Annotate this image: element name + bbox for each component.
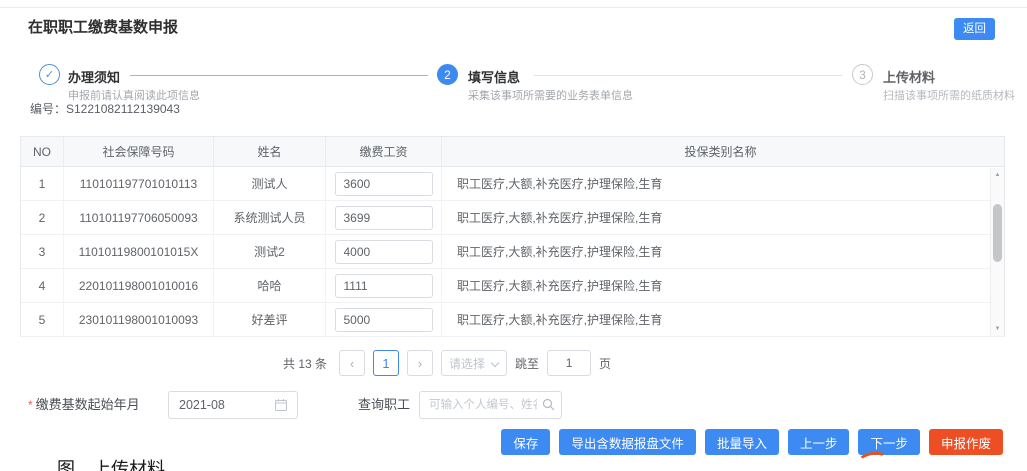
top-divider xyxy=(0,7,1027,8)
chevron-down-icon xyxy=(491,359,499,367)
page-title: 在职职工缴费基数申报 xyxy=(28,16,178,37)
batch-import-button[interactable]: 批量导入 xyxy=(705,429,779,455)
table-row: 1 110101197701010113 测试人 职工医疗,大额,补充医疗,护理… xyxy=(21,167,1004,201)
next-page-button[interactable]: › xyxy=(407,350,433,376)
step1-circle: ✓ xyxy=(39,64,60,85)
col-ssn: 社会保障号码 xyxy=(64,137,214,166)
step1-label: 办理须知 xyxy=(68,67,120,86)
step2-circle: 2 xyxy=(437,64,458,85)
step-connector-1 xyxy=(130,75,428,76)
check-icon: ✓ xyxy=(45,68,54,81)
step3-circle: 3 xyxy=(852,64,873,85)
pagination-total: 共 13 条 xyxy=(283,355,327,372)
base-month-picker[interactable]: 2021-08 xyxy=(168,391,298,419)
scroll-down-icon[interactable]: ▼ xyxy=(991,324,1004,334)
page-size-select[interactable]: 请选择 xyxy=(441,350,507,376)
void-declaration-button[interactable]: 申报作废 xyxy=(929,429,1003,455)
cell-no: 4 xyxy=(21,269,64,302)
base-month-value: 2021-08 xyxy=(179,398,275,412)
cell-ssn: 110101197706050093 xyxy=(64,201,214,234)
table-row: 5 230101198001010093 好差评 职工医疗,大额,补充医疗,护理… xyxy=(21,303,1004,337)
employee-search xyxy=(419,391,562,419)
table-header-row: NO 社会保障号码 姓名 缴费工资 投保类别名称 xyxy=(21,137,1004,167)
step3-desc: 扫描该事项所需的纸质材料 xyxy=(883,87,1015,103)
col-no: NO xyxy=(21,137,64,166)
prev-page-button[interactable]: ‹ xyxy=(339,350,365,376)
cell-name: 测试2 xyxy=(214,235,326,268)
next-step-button[interactable]: 下一步 xyxy=(858,429,920,455)
base-month-label-text: 缴费基数起始年月 xyxy=(36,397,140,412)
serial-number: 编号：S1221082112139043 xyxy=(30,100,180,117)
table-row: 4 220101198001010016 哈哈 职工医疗,大额,补充医疗,护理保… xyxy=(21,269,1004,303)
salary-input[interactable] xyxy=(335,206,433,230)
step3-label: 上传材料 xyxy=(883,67,935,86)
jump-label: 跳至 xyxy=(515,355,539,372)
step-connector-2 xyxy=(534,75,842,76)
query-label: 查询职工 xyxy=(358,391,410,419)
cell-ssn: 230101198001010093 xyxy=(64,303,214,336)
cell-category: 职工医疗,大额,补充医疗,护理保险,生育 xyxy=(442,167,1004,200)
cell-no: 1 xyxy=(21,167,64,200)
declaration-page: 在职职工缴费基数申报 返回 ✓ 办理须知 申报前请认真阅读此项信息 编号：S12… xyxy=(0,0,1027,471)
back-button[interactable]: 返回 xyxy=(954,18,995,40)
cell-no: 5 xyxy=(21,303,64,336)
cell-no: 2 xyxy=(21,201,64,234)
salary-input[interactable] xyxy=(335,308,433,332)
cell-category: 职工医疗,大额,补充医疗,护理保险,生育 xyxy=(442,303,1004,336)
col-category: 投保类别名称 xyxy=(442,137,1004,166)
cell-ssn: 110101197701010113 xyxy=(64,167,214,200)
calendar-icon xyxy=(275,399,287,411)
search-icon xyxy=(542,398,555,411)
col-name: 姓名 xyxy=(214,137,326,166)
cell-category: 职工医疗,大额,补充医疗,护理保险,生育 xyxy=(442,201,1004,234)
save-button[interactable]: 保存 xyxy=(501,429,550,455)
table-scrollbar: ▲ ▼ xyxy=(990,168,1004,336)
base-month-label: *缴费基数起始年月 xyxy=(28,391,140,419)
col-salary: 缴费工资 xyxy=(326,137,442,166)
page-size-placeholder: 请选择 xyxy=(449,355,485,372)
figure-caption: 图 上传材料 xyxy=(57,455,165,471)
export-data-file-button[interactable]: 导出含数据报盘文件 xyxy=(559,429,696,455)
pagination: 共 13 条 ‹ 1 › 请选择 跳至 页 xyxy=(283,349,611,377)
jump-unit: 页 xyxy=(599,355,611,372)
step2-label: 填写信息 xyxy=(468,67,520,86)
cell-name: 测试人 xyxy=(214,167,326,200)
page-number-button[interactable]: 1 xyxy=(373,350,399,376)
salary-input[interactable] xyxy=(335,274,433,298)
cell-no: 3 xyxy=(21,235,64,268)
cell-ssn: 11010119800101015X xyxy=(64,235,214,268)
cell-name: 哈哈 xyxy=(214,269,326,302)
cell-category: 职工医疗,大额,补充医疗,护理保险,生育 xyxy=(442,269,1004,302)
chevron-right-icon: › xyxy=(418,356,422,371)
cell-category: 职工医疗,大额,补充医疗,护理保险,生育 xyxy=(442,235,1004,268)
cell-name: 好差评 xyxy=(214,303,326,336)
table-row: 3 11010119800101015X 测试2 职工医疗,大额,补充医疗,护理… xyxy=(21,235,1004,269)
step2-desc: 采集该事项所需要的业务表单信息 xyxy=(468,87,633,103)
employee-search-input[interactable] xyxy=(419,391,562,419)
salary-input[interactable] xyxy=(335,240,433,264)
scroll-up-icon[interactable]: ▲ xyxy=(991,170,1004,180)
action-bar: 保存 导出含数据报盘文件 批量导入 上一步 下一步 申报作废 xyxy=(501,429,1003,455)
employee-table: NO 社会保障号码 姓名 缴费工资 投保类别名称 1 1101011977010… xyxy=(20,136,1005,337)
jump-page-input[interactable] xyxy=(547,350,591,376)
chevron-left-icon: ‹ xyxy=(350,356,354,371)
scrollbar-thumb[interactable] xyxy=(993,204,1002,262)
previous-step-button[interactable]: 上一步 xyxy=(788,429,850,455)
table-row: 2 110101197706050093 系统测试人员 职工医疗,大额,补充医疗… xyxy=(21,201,1004,235)
cell-ssn: 220101198001010016 xyxy=(64,269,214,302)
salary-input[interactable] xyxy=(335,172,433,196)
required-mark: * xyxy=(28,398,33,412)
cell-name: 系统测试人员 xyxy=(214,201,326,234)
